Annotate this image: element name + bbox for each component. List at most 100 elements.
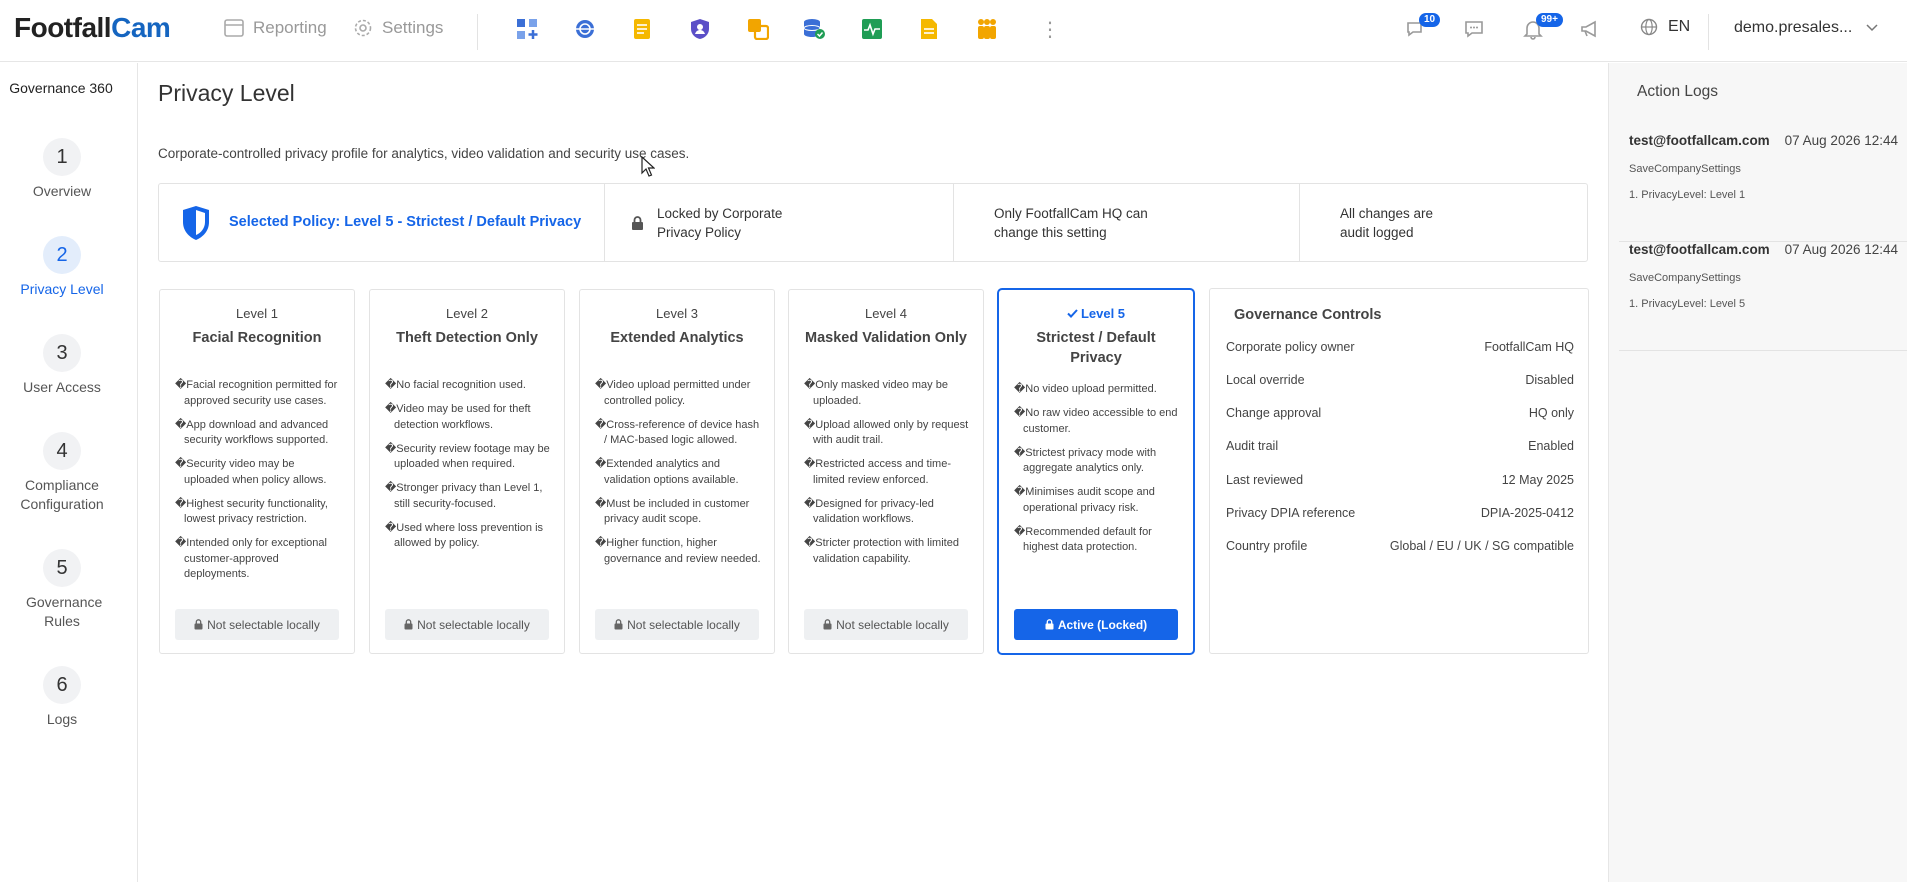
feature-item: �Upload allowed only by request with aud… xyxy=(804,418,969,447)
app-notes-button[interactable] xyxy=(630,17,654,41)
level-card-4[interactable]: Level 4 Masked Validation Only �Only mas… xyxy=(788,289,984,654)
app-globe-scan-button[interactable] xyxy=(573,17,597,41)
selected-policy-label: Selected Policy: Level 5 - Strictest / D… xyxy=(229,214,582,230)
action-logs-title: Action Logs xyxy=(1637,83,1718,100)
nav-divider xyxy=(477,14,478,50)
nav-reporting[interactable]: Reporting xyxy=(224,18,327,38)
sidebar-title: Governance 360 xyxy=(9,80,113,96)
log-entry[interactable]: test@footfallcam.com 07 Aug 2026 12:44 S… xyxy=(1619,242,1907,351)
bell-badge: 99+ xyxy=(1536,13,1563,27)
app-shield-user-button[interactable] xyxy=(688,17,712,41)
not-selectable-button[interactable]: Not selectable locally xyxy=(595,609,759,640)
app-layers-button[interactable] xyxy=(746,17,770,41)
app-dashboard-button[interactable] xyxy=(515,17,539,41)
feature-item: �Minimises audit scope and operational p… xyxy=(1014,486,1155,514)
feature-item: �Restricted access and time-limited revi… xyxy=(804,458,951,486)
governance-row: Change approval HQ only xyxy=(1226,406,1574,420)
people-group-icon xyxy=(978,19,996,39)
shield-icon xyxy=(183,205,209,240)
log-entry[interactable]: test@footfallcam.com 07 Aug 2026 12:44 S… xyxy=(1619,133,1907,242)
document-icon xyxy=(921,19,937,39)
megaphone-icon xyxy=(1581,20,1596,38)
user-menu[interactable]: demo.presales... xyxy=(1734,19,1878,37)
button-label: Not selectable locally xyxy=(207,617,320,632)
locked-line-2: Privacy Policy xyxy=(657,224,742,240)
notes-icon xyxy=(634,19,650,39)
hq-line-2: change this setting xyxy=(994,224,1107,240)
button-label: Active (Locked) xyxy=(1057,617,1148,632)
sidebar-step-governance-rules[interactable]: 5 Governance Rules xyxy=(0,549,124,631)
bell-button[interactable]: 99+ xyxy=(1522,13,1563,42)
active-locked-button[interactable]: Active (Locked) xyxy=(1014,609,1178,640)
chat-notification-button[interactable]: 10 xyxy=(1405,13,1441,42)
feature-item: �No facial recognition used. xyxy=(385,379,526,391)
sidebar-step-privacy-level[interactable]: 2 Privacy Level xyxy=(0,236,124,299)
page-title: Privacy Level xyxy=(158,80,295,106)
not-selectable-button[interactable]: Not selectable locally xyxy=(385,609,549,640)
mouse-cursor-icon xyxy=(641,156,655,177)
level-features: �Facial recognition permitted for approv… xyxy=(175,378,342,591)
step-label: Logs xyxy=(46,711,78,727)
nav-settings[interactable]: Settings xyxy=(353,18,443,38)
log-action: SaveCompanySettings xyxy=(1629,163,1741,175)
row-value: Global / EU / UK / SG compatible xyxy=(1389,539,1574,553)
button-label: Not selectable locally xyxy=(627,617,740,632)
feature-item: �Recommended default for highest data pr… xyxy=(1014,525,1152,554)
nav-reporting-label: Reporting xyxy=(253,18,327,37)
feature-item: �Video may be used for theft detection w… xyxy=(385,403,531,431)
step-label: Compliance Configuration xyxy=(20,477,104,512)
announcement-button[interactable] xyxy=(1579,18,1603,42)
database-check-icon xyxy=(803,19,825,39)
top-bar: FootfallCam Reporting Settings ⋮ 10 99+ … xyxy=(0,0,1907,62)
row-label: Change approval xyxy=(1226,406,1322,420)
sidebar-step-logs[interactable]: 6 Logs xyxy=(0,666,124,729)
app-people-button[interactable] xyxy=(975,17,999,41)
level-card-5[interactable]: Level 5 Strictest / Default Privacy �No … xyxy=(997,288,1195,655)
row-value: DPIA-2025-0412 xyxy=(1480,506,1574,520)
governance-row: Corporate policy owner FootfallCam HQ xyxy=(1226,340,1574,354)
button-label: Not selectable locally xyxy=(417,617,530,632)
row-value: FootfallCam HQ xyxy=(1484,340,1574,354)
app-database-button[interactable] xyxy=(802,17,826,41)
feature-item: �Cross-reference of device hash / MAC-ba… xyxy=(595,418,760,447)
user-name: demo.presales... xyxy=(1734,19,1853,36)
check-icon xyxy=(1067,309,1078,318)
level-card-2[interactable]: Level 2 Theft Detection Only �No facial … xyxy=(369,289,565,654)
level-card-1[interactable]: Level 1 Facial Recognition �Facial recog… xyxy=(159,289,355,654)
globe-scan-icon xyxy=(576,20,594,38)
feature-item: �App download and advanced security work… xyxy=(175,418,329,447)
sidebar-step-user-access[interactable]: 3 User Access xyxy=(0,334,124,397)
language-selector[interactable]: EN xyxy=(1640,18,1690,36)
row-value: 12 May 2025 xyxy=(1501,473,1574,487)
level-features: �Only masked video may be uploaded. �Upl… xyxy=(804,378,971,576)
app-document-button[interactable] xyxy=(917,17,941,41)
feature-item: �Higher function, higher governance and … xyxy=(595,537,761,565)
governance-row: Country profile Global / EU / UK / SG com… xyxy=(1226,539,1574,553)
row-label: Country profile xyxy=(1226,539,1308,553)
message-button[interactable] xyxy=(1463,18,1487,42)
log-user: test@footfallcam.com xyxy=(1629,133,1770,148)
app-pulse-button[interactable] xyxy=(860,17,884,41)
level-card-3[interactable]: Level 3 Extended Analytics �Video upload… xyxy=(579,289,775,654)
row-label: Corporate policy owner xyxy=(1226,340,1355,354)
footfallcam-logo[interactable]: FootfallCam xyxy=(14,12,171,44)
not-selectable-button[interactable]: Not selectable locally xyxy=(804,609,968,640)
governance-row: Local override Disabled xyxy=(1226,373,1574,387)
sidebar-step-overview[interactable]: 1 Overview xyxy=(0,138,124,201)
log-detail: 1. PrivacyLevel: Level 1 xyxy=(1629,189,1746,201)
layers-icon xyxy=(748,19,769,40)
row-value: Disabled xyxy=(1525,373,1574,387)
feature-item: �Intended only for exceptional customer-… xyxy=(175,537,327,580)
audit-line-2: audit logged xyxy=(1340,224,1414,240)
row-value: Enabled xyxy=(1528,439,1574,453)
row-label: Local override xyxy=(1226,373,1305,387)
more-vertical-icon[interactable]: ⋮ xyxy=(1040,18,1060,42)
level-name: Facial Recognition xyxy=(192,330,322,346)
page-description: Corporate-controlled privacy profile for… xyxy=(158,146,690,161)
level-name: Masked Validation Only xyxy=(805,330,967,346)
not-selectable-button[interactable]: Not selectable locally xyxy=(175,609,339,640)
step-number: 2 xyxy=(43,236,81,274)
feature-item: �Security video may be uploaded when pol… xyxy=(175,458,327,486)
sidebar-step-compliance-configuration[interactable]: 4 Compliance Configuration xyxy=(0,432,124,514)
lock-icon xyxy=(194,619,203,630)
